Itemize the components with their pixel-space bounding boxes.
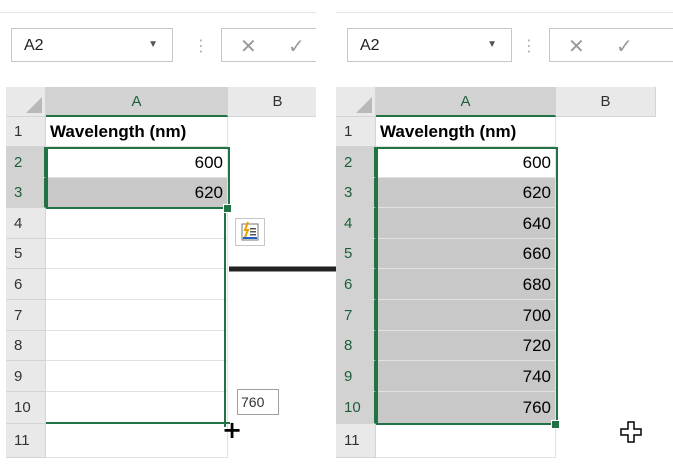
row-header-4[interactable]: 4	[336, 208, 376, 239]
right-spreadsheet-panel: A2 ▼ ⋮ ✕ ✓ A B 1 2 3 4 5 6 7 8 9 10 11 W…	[336, 0, 673, 465]
cancel-icon[interactable]: ✕	[240, 34, 257, 58]
fill-handle[interactable]	[551, 420, 560, 429]
cell-a6[interactable]: 680	[376, 269, 556, 300]
name-box-value: A2	[24, 37, 44, 54]
cell-a8[interactable]: 720	[376, 331, 556, 361]
row-header-1[interactable]: 1	[6, 117, 46, 147]
chevron-down-icon[interactable]: ▼	[148, 39, 158, 50]
cell-a8[interactable]	[46, 331, 228, 361]
left-spreadsheet-panel: A2 ▼ ⋮ ✕ ✓ A B 1 2 3 4 5 6 7 8 9 10 11 W…	[0, 0, 316, 465]
cell-a11[interactable]	[376, 424, 556, 458]
row-header-6[interactable]: 6	[336, 269, 376, 300]
autofill-value-tooltip: 760	[237, 389, 279, 415]
cell-a2[interactable]: 600	[46, 147, 228, 178]
cell-a3[interactable]: 620	[376, 178, 556, 208]
cancel-icon[interactable]: ✕	[568, 34, 585, 58]
cell-a11[interactable]	[46, 424, 228, 458]
row-header-5[interactable]: 5	[6, 239, 46, 269]
row-header-3[interactable]: 3	[6, 178, 46, 208]
column-header-a[interactable]: A	[46, 87, 228, 117]
cell-a1[interactable]: Wavelength (nm)	[46, 117, 228, 147]
fill-crosshair-icon: +	[222, 416, 243, 444]
cell-select-cursor-icon	[620, 421, 642, 443]
row-header-7[interactable]: 7	[336, 300, 376, 331]
cell-a10[interactable]: 760	[376, 392, 556, 424]
row-header-2[interactable]: 2	[6, 147, 46, 178]
row-header-4[interactable]: 4	[6, 208, 46, 239]
enter-icon[interactable]: ✓	[288, 34, 305, 58]
row-header-9[interactable]: 9	[6, 361, 46, 392]
row-header-8[interactable]: 8	[6, 331, 46, 361]
row-header-9[interactable]: 9	[336, 361, 376, 392]
cell-a5[interactable]	[46, 239, 228, 269]
ribbon-divider	[336, 12, 673, 13]
row-header-10[interactable]: 10	[6, 392, 46, 424]
enter-icon[interactable]: ✓	[616, 34, 633, 58]
row-header-3[interactable]: 3	[336, 178, 376, 208]
cell-a4[interactable]	[46, 208, 228, 239]
quick-analysis-icon[interactable]	[235, 218, 265, 246]
row-header-10[interactable]: 10	[336, 392, 376, 424]
cell-a5[interactable]: 660	[376, 239, 556, 269]
chevron-down-icon[interactable]: ▼	[487, 39, 497, 50]
cell-a1[interactable]: Wavelength (nm)	[376, 117, 556, 147]
cell-a9[interactable]	[46, 361, 228, 392]
fill-handle[interactable]	[223, 204, 232, 213]
formula-bar-separator-icon: ⋮	[521, 36, 537, 55]
name-box[interactable]: A2 ▼	[11, 28, 173, 62]
cell-a7[interactable]: 700	[376, 300, 556, 331]
cell-a4[interactable]: 640	[376, 208, 556, 239]
row-header-1[interactable]: 1	[336, 117, 376, 147]
row-header-5[interactable]: 5	[336, 239, 376, 269]
ribbon-divider	[0, 12, 316, 13]
cell-a9[interactable]: 740	[376, 361, 556, 392]
name-box-value: A2	[360, 37, 380, 54]
row-header-11[interactable]: 11	[6, 424, 46, 458]
cell-a2[interactable]: 600	[376, 147, 556, 178]
column-header-b[interactable]: B	[228, 87, 316, 117]
row-header-11[interactable]: 11	[336, 424, 376, 458]
formula-bar-buttons: ✕ ✓	[549, 28, 673, 62]
column-header-b[interactable]: B	[556, 87, 656, 117]
cell-a3[interactable]: 620	[46, 178, 228, 208]
cell-a7[interactable]	[46, 300, 228, 331]
column-header-a[interactable]: A	[376, 87, 556, 117]
select-all-corner[interactable]	[6, 87, 46, 117]
row-header-7[interactable]: 7	[6, 300, 46, 331]
row-header-6[interactable]: 6	[6, 269, 46, 300]
formula-bar-separator-icon: ⋮	[193, 36, 209, 55]
row-header-2[interactable]: 2	[336, 147, 376, 178]
formula-bar-buttons: ✕ ✓	[221, 28, 316, 62]
cell-a6[interactable]	[46, 269, 228, 300]
row-header-8[interactable]: 8	[336, 331, 376, 361]
name-box[interactable]: A2 ▼	[347, 28, 512, 62]
select-all-corner[interactable]	[336, 87, 376, 117]
cell-a10[interactable]	[46, 392, 228, 424]
